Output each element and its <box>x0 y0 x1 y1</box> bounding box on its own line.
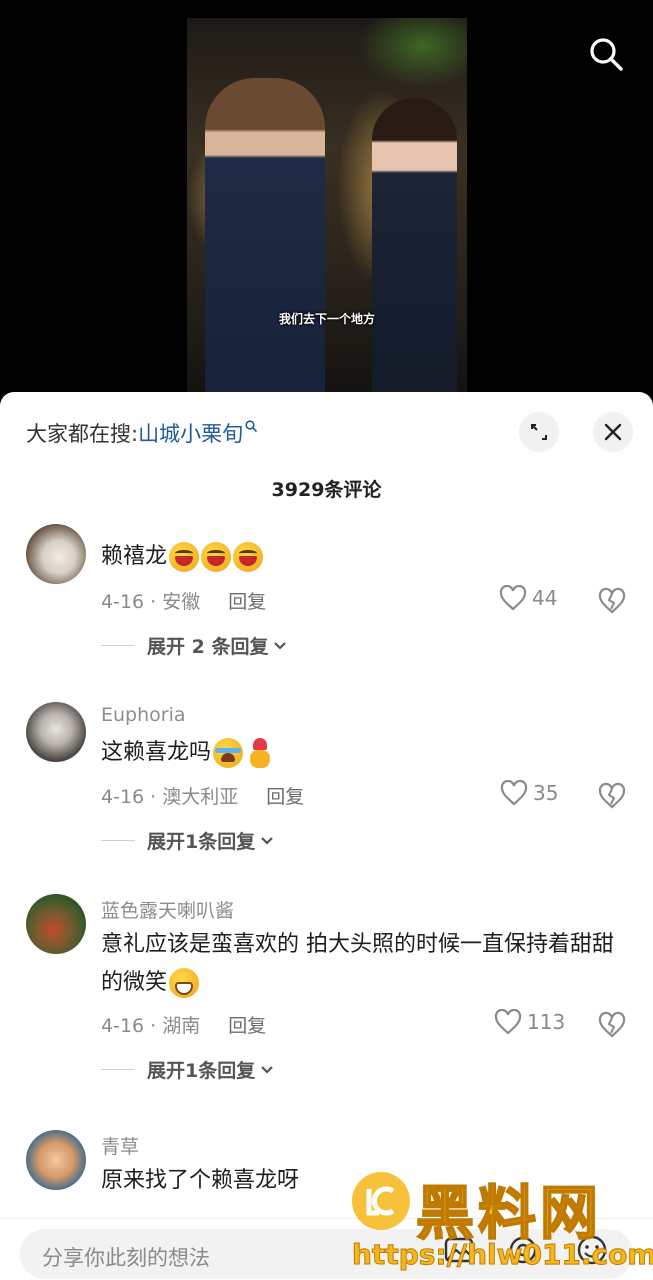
expand-replies[interactable]: 展开1条回复 <box>101 827 275 854</box>
reply-button[interactable]: 回复 <box>228 591 266 613</box>
video-foliage <box>357 18 467 88</box>
grinning-emoji <box>169 968 200 998</box>
laughing-emoji <box>201 542 232 572</box>
heart-icon <box>500 780 528 806</box>
laughing-emoji <box>233 542 264 572</box>
like-button[interactable]: 44 <box>499 585 557 611</box>
comment-item: 蓝色露天喇叭酱 意礼应该是蛮喜欢的 拍大头照的时候一直保持着甜甜的微笑 4-16… <box>0 888 653 1088</box>
dislike-icon[interactable] <box>598 1011 626 1039</box>
heart-icon <box>499 585 527 611</box>
video-player[interactable]: 我们去下一个地方 <box>0 0 653 400</box>
crying-laughing-emoji <box>213 738 244 768</box>
comment-sheet: 大家都在搜:山城小栗旬 3929条评论 赖禧龙 4-16 · 安徽 回复 44 … <box>0 392 653 1280</box>
watermark: 黑料网 https://hlw011.com <box>352 1168 653 1276</box>
video-person-woman <box>372 98 457 396</box>
dislike-icon[interactable] <box>598 587 626 615</box>
expand-replies-label: 展开 2 条回复 <box>147 636 269 658</box>
comment-username[interactable]: Euphoria <box>101 704 186 726</box>
chevron-down-icon <box>261 836 274 845</box>
close-icon <box>604 423 622 441</box>
search-icon[interactable] <box>586 34 626 74</box>
comment-input-placeholder: 分享你此刻的想法 <box>42 1246 210 1270</box>
watermark-logo <box>352 1172 410 1230</box>
comment-date-location: 4-16 · 澳大利亚 <box>101 786 239 808</box>
comment-text: 意礼应该是蛮喜欢的 拍大头照的时候一直保持着甜甜的微笑 <box>101 926 631 1002</box>
comment-meta: 4-16 · 安徽 回复 <box>101 587 266 614</box>
video-subtitle: 我们去下一个地方 <box>278 312 375 326</box>
like-button[interactable]: 113 <box>494 1009 565 1035</box>
laughing-emoji <box>169 542 200 572</box>
expand-replies-label: 展开1条回复 <box>147 831 256 853</box>
comment-count: 3929条评论 <box>271 479 382 501</box>
expand-icon <box>531 424 547 440</box>
trending-search-term[interactable]: 山城小栗旬 <box>138 422 243 446</box>
like-count: 35 <box>533 781 559 805</box>
reply-button[interactable]: 回复 <box>228 1015 266 1037</box>
comment-item: 赖禧龙 4-16 · 安徽 回复 44 展开 2 条回复 <box>0 514 653 664</box>
close-button[interactable] <box>593 412 633 452</box>
comment-username[interactable]: 青草 <box>101 1132 139 1159</box>
reply-button[interactable]: 回复 <box>266 786 304 808</box>
comment-text: 这赖喜龙吗 <box>101 734 631 772</box>
expand-button[interactable] <box>519 412 559 452</box>
heart-icon <box>494 1009 522 1035</box>
expand-replies[interactable]: 展开 2 条回复 <box>101 632 288 659</box>
video-frame[interactable]: 我们去下一个地方 <box>187 18 467 396</box>
comment-date-location: 4-16 · 安徽 <box>101 591 201 613</box>
comment-meta: 4-16 · 澳大利亚 回复 <box>101 782 304 809</box>
trending-search[interactable]: 大家都在搜:山城小栗旬 <box>26 418 257 448</box>
watermark-url: https://hlw011.com <box>352 1238 653 1272</box>
divider <box>101 840 135 841</box>
divider <box>101 645 135 646</box>
avatar[interactable] <box>26 702 86 762</box>
trending-search-prefix: 大家都在搜: <box>26 422 139 446</box>
finger-heart-emoji <box>245 738 275 768</box>
comment-text: 赖禧龙 <box>101 538 631 576</box>
comment-meta: 4-16 · 湖南 回复 <box>101 1011 266 1038</box>
comment-item: Euphoria 这赖喜龙吗 4-16 · 澳大利亚 回复 35 展开1条回复 <box>0 692 653 862</box>
comment-date-location: 4-16 · 湖南 <box>101 1015 201 1037</box>
chevron-down-icon <box>274 641 287 650</box>
video-person-man <box>205 78 325 396</box>
expand-replies-label: 展开1条回复 <box>147 1060 256 1082</box>
like-button[interactable]: 35 <box>500 780 558 806</box>
like-count: 44 <box>532 586 558 610</box>
chevron-down-icon <box>261 1065 274 1074</box>
expand-replies[interactable]: 展开1条回复 <box>101 1056 275 1083</box>
divider <box>101 1069 135 1070</box>
avatar[interactable] <box>26 524 86 584</box>
search-icon <box>245 420 257 432</box>
like-count: 113 <box>527 1010 566 1034</box>
comment-username[interactable]: 蓝色露天喇叭酱 <box>101 896 234 923</box>
avatar[interactable] <box>26 1130 86 1190</box>
avatar[interactable] <box>26 894 86 954</box>
logo-icon <box>366 1186 395 1216</box>
dislike-icon[interactable] <box>598 782 626 810</box>
